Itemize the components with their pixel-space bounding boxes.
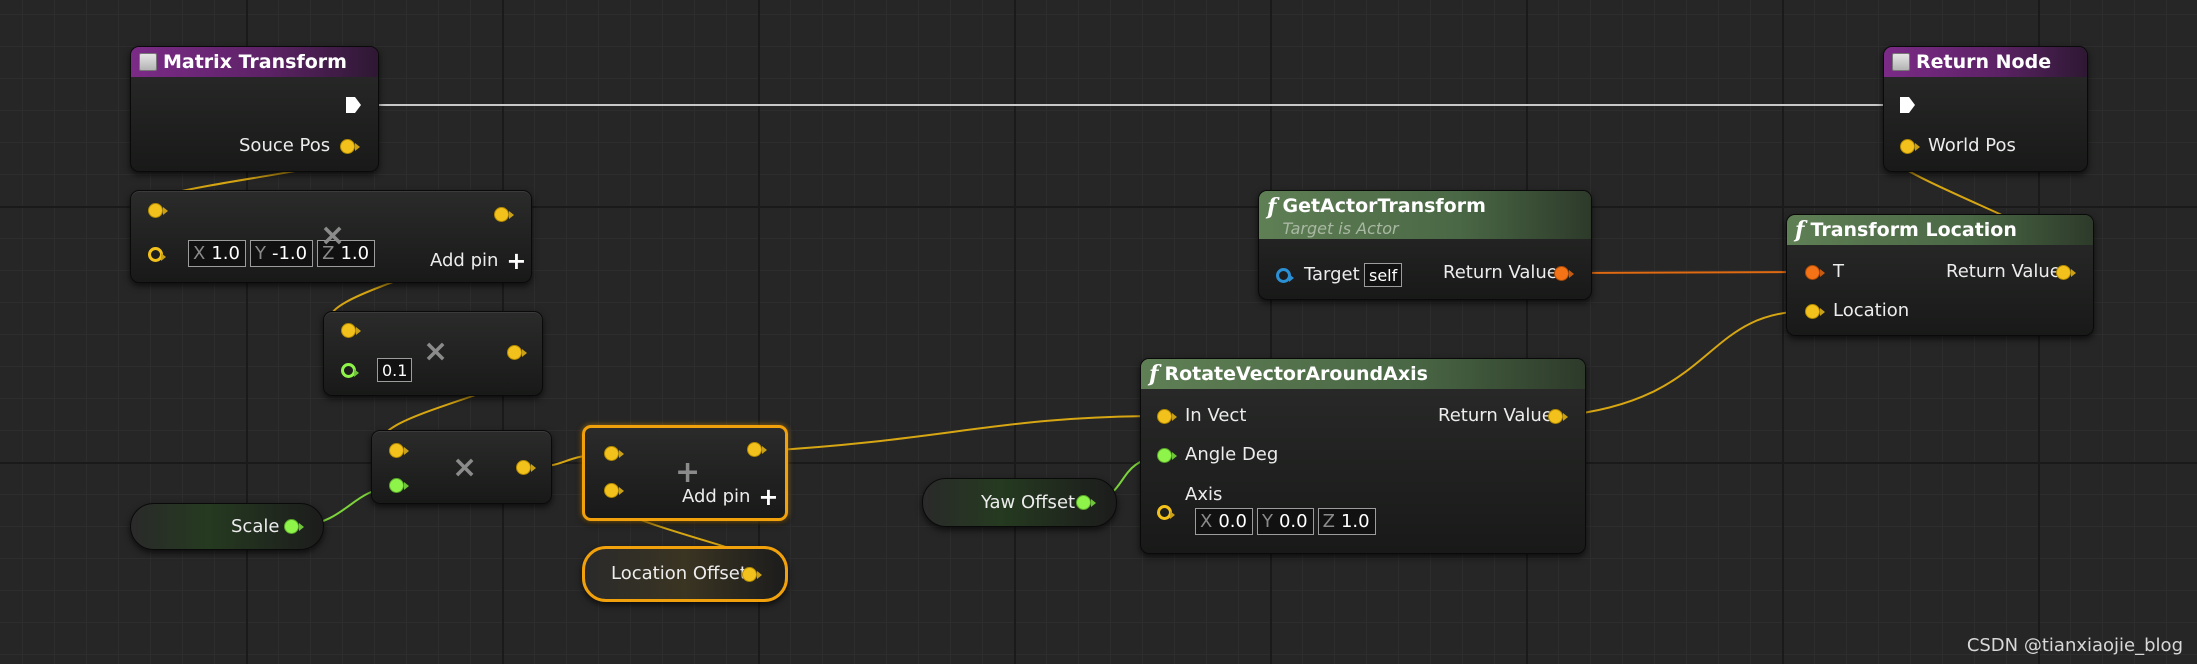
wire-rotate-to-location [1559,309,1813,417]
function-icon: f [1149,361,1159,387]
get-actor-transform-subtitle: Target is Actor [1282,219,1399,238]
scalar-output-pin[interactable] [507,345,527,360]
multiply-input-a-pin[interactable] [148,203,168,218]
event-node-icon [139,53,157,71]
axis-x-key: X [1200,511,1213,532]
axis-y-key: Y [1261,511,1273,532]
transform-location-title: Transform Location [1810,219,2017,241]
multiply2-input-a-pin[interactable] [389,443,409,458]
plus-icon: + [506,246,527,275]
target-pin[interactable] [1276,268,1294,283]
scale-label: Scale [231,516,280,537]
axis-y-value: 0.0 [1278,511,1308,532]
multiply-icon: × [423,334,449,369]
transform-return-value-label: Return Value [1946,261,2061,282]
rotate-return-value-pin[interactable] [1548,409,1568,424]
add-pin-button[interactable]: Add pin + [430,246,527,275]
location-offset-output-pin[interactable] [742,567,762,582]
location-offset-label: Location Offset [611,563,747,584]
world-pos-pin[interactable] [1900,139,1920,154]
scalar-input-a-pin[interactable] [341,323,361,338]
return-node-header: Return Node [1884,47,2087,77]
in-vect-pin[interactable] [1157,409,1177,424]
multiply-input-b-pin[interactable] [148,247,166,262]
return-node-title: Return Node [1916,51,2052,73]
x-field[interactable]: X 1.0 [188,240,246,267]
t-pin[interactable] [1805,265,1825,280]
multiply-vector-fields: X 1.0 Y -1.0 Z 1.0 [188,240,376,267]
add-output-pin[interactable] [747,442,767,457]
axis-label: Axis [1185,484,1223,505]
multiply2-input-b-pin[interactable] [389,478,409,493]
axis-z-key: Z [1322,511,1335,532]
axis-y-field[interactable]: Y 0.0 [1256,508,1314,535]
multiply2-output-pin[interactable] [516,460,536,475]
exec-in-pin-icon[interactable] [1898,96,1916,114]
rotate-return-value-label: Return Value [1438,405,1553,426]
add-input-b-pin[interactable] [604,483,624,498]
get-actor-transform-header: f GetActorTransform Target is Actor [1259,191,1591,239]
matrix-transform-title: Matrix Transform [163,51,347,73]
multiply-icon: × [452,450,478,485]
watermark: CSDN @tianxiaojie_blog [1966,635,2183,656]
actor-return-value-label: Return Value [1443,262,1558,283]
multiply-output-pin[interactable] [494,207,514,222]
y-value: -1.0 [271,243,308,264]
add-pin-button[interactable]: Add pin + [682,482,779,511]
get-actor-transform-titleblock: GetActorTransform Target is Actor [1282,195,1485,238]
function-icon: f [1267,194,1277,220]
rotate-vector-header: f RotateVectorAroundAxis [1141,359,1585,389]
axis-z-field[interactable]: Z 1.0 [1317,508,1376,535]
yaw-offset-output-pin[interactable] [1076,495,1096,510]
exec-out-pin-icon[interactable] [344,96,362,114]
event-node-icon [1892,53,1910,71]
multiply-icon: × [320,218,346,253]
actor-return-value-pin[interactable] [1554,266,1574,281]
wire-add-to-invect [761,415,1164,452]
x-value: 1.0 [211,243,240,264]
get-actor-transform-title: GetActorTransform [1282,195,1486,217]
y-field[interactable]: Y -1.0 [249,240,314,267]
axis-x-field[interactable]: X 0.0 [1195,508,1253,535]
y-key: Y [254,243,266,264]
souce-pos-label: Souce Pos [239,135,331,156]
axis-pin[interactable] [1157,505,1175,520]
in-vect-label: In Vect [1185,405,1247,426]
scale-output-pin[interactable] [284,519,304,534]
add-pin-label: Add pin [682,486,751,507]
angle-deg-pin[interactable] [1157,448,1177,463]
axis-x-value: 0.0 [1218,511,1247,532]
rotate-vector-title: RotateVectorAroundAxis [1164,363,1428,385]
add-pin-label: Add pin [430,250,499,271]
wire-actortransform-to-t [1564,271,1813,274]
transform-location-header: f Transform Location [1787,215,2093,245]
location-pin[interactable] [1805,304,1825,319]
target-label: Target [1304,264,1360,285]
matrix-transform-header: Matrix Transform [131,47,378,77]
angle-deg-label: Angle Deg [1185,444,1279,465]
axis-z-value: 1.0 [1340,511,1370,532]
function-icon: f [1795,217,1805,243]
add-icon: + [675,455,701,490]
world-pos-label: World Pos [1928,135,2016,156]
plus-icon: + [758,482,779,511]
yaw-offset-label: Yaw Offset [981,492,1076,513]
target-self-field[interactable]: self [1364,263,1403,287]
axis-vector-fields: X 0.0 Y 0.0 Z 1.0 [1195,508,1376,535]
add-input-a-pin[interactable] [604,446,624,461]
t-label: T [1833,261,1844,282]
location-label: Location [1833,300,1910,321]
transform-return-value-pin[interactable] [2056,265,2076,280]
scalar-value-field[interactable]: 0.1 [377,358,413,382]
scalar-input-b-pin[interactable] [341,363,359,378]
souce-pos-pin[interactable] [340,139,360,154]
x-key: X [193,243,206,264]
